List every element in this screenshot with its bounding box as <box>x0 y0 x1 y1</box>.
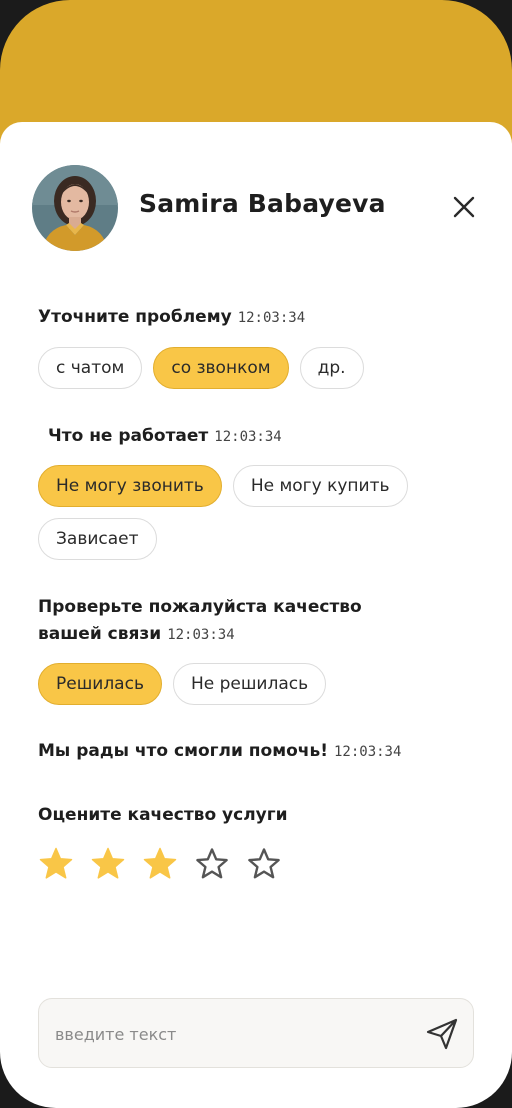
issue-options-row-2: Зависает <box>38 518 157 560</box>
question-what-not-working: Что не работает 12:03:34 <box>48 423 282 451</box>
question-text-line-1: Проверьте пожалуйста качество <box>38 597 362 617</box>
question-text: Уточните проблему <box>38 307 232 327</box>
option-not-resolved[interactable]: Не решилась <box>172 663 327 705</box>
star-icon-3[interactable] <box>142 846 178 882</box>
user-name: Samira Babayeva <box>139 189 386 218</box>
message-time: 12:03:34 <box>333 744 402 760</box>
close-icon[interactable] <box>448 191 480 223</box>
resolved-options: Решилась Не решилась <box>38 663 327 705</box>
message-input[interactable] <box>53 999 417 1069</box>
question-text-line-2: вашей связи <box>38 624 162 644</box>
topic-options: с чатом со звонком др. <box>38 347 364 389</box>
question-check-connection: Проверьте пожалуйста качество вашей связ… <box>38 594 362 649</box>
message-glad-to-help: Мы рады что смогли помочь! 12:03:34 <box>38 738 401 766</box>
rating-stars <box>38 846 282 882</box>
message-text: Мы рады что смогли помочь! <box>38 741 328 761</box>
star-icon-4[interactable] <box>194 846 230 882</box>
send-icon[interactable] <box>423 1015 461 1053</box>
option-chat[interactable]: с чатом <box>38 347 143 389</box>
message-time: 12:03:34 <box>214 429 282 445</box>
chat-header: Samira Babayeva <box>32 165 480 251</box>
star-icon-5[interactable] <box>246 846 282 882</box>
option-cannot-buy[interactable]: Не могу купить <box>232 465 408 507</box>
question-rate-service: Оцените качество услуги <box>38 805 288 825</box>
chat-sheet: Samira Babayeva Уточните проблему 12:03:3… <box>0 122 512 1108</box>
star-icon-1[interactable] <box>38 846 74 882</box>
option-freezes[interactable]: Зависает <box>38 518 157 560</box>
message-time: 12:03:34 <box>167 627 235 643</box>
option-cannot-call[interactable]: Не могу звонить <box>38 465 222 507</box>
question-text: Что не работает <box>48 426 209 446</box>
option-call[interactable]: со звонком <box>153 347 289 389</box>
star-icon-2[interactable] <box>90 846 126 882</box>
message-composer <box>38 998 474 1069</box>
option-other[interactable]: др. <box>299 347 364 389</box>
avatar[interactable] <box>32 165 118 251</box>
question-clarify-problem: Уточните проблему 12:03:34 <box>38 304 305 332</box>
option-resolved[interactable]: Решилась <box>38 663 162 705</box>
message-time: 12:03:34 <box>237 310 306 326</box>
issue-options-row-1: Не могу звонить Не могу купить <box>38 465 408 507</box>
device-frame: Samira Babayeva Уточните проблему 12:03:3… <box>0 0 512 1108</box>
